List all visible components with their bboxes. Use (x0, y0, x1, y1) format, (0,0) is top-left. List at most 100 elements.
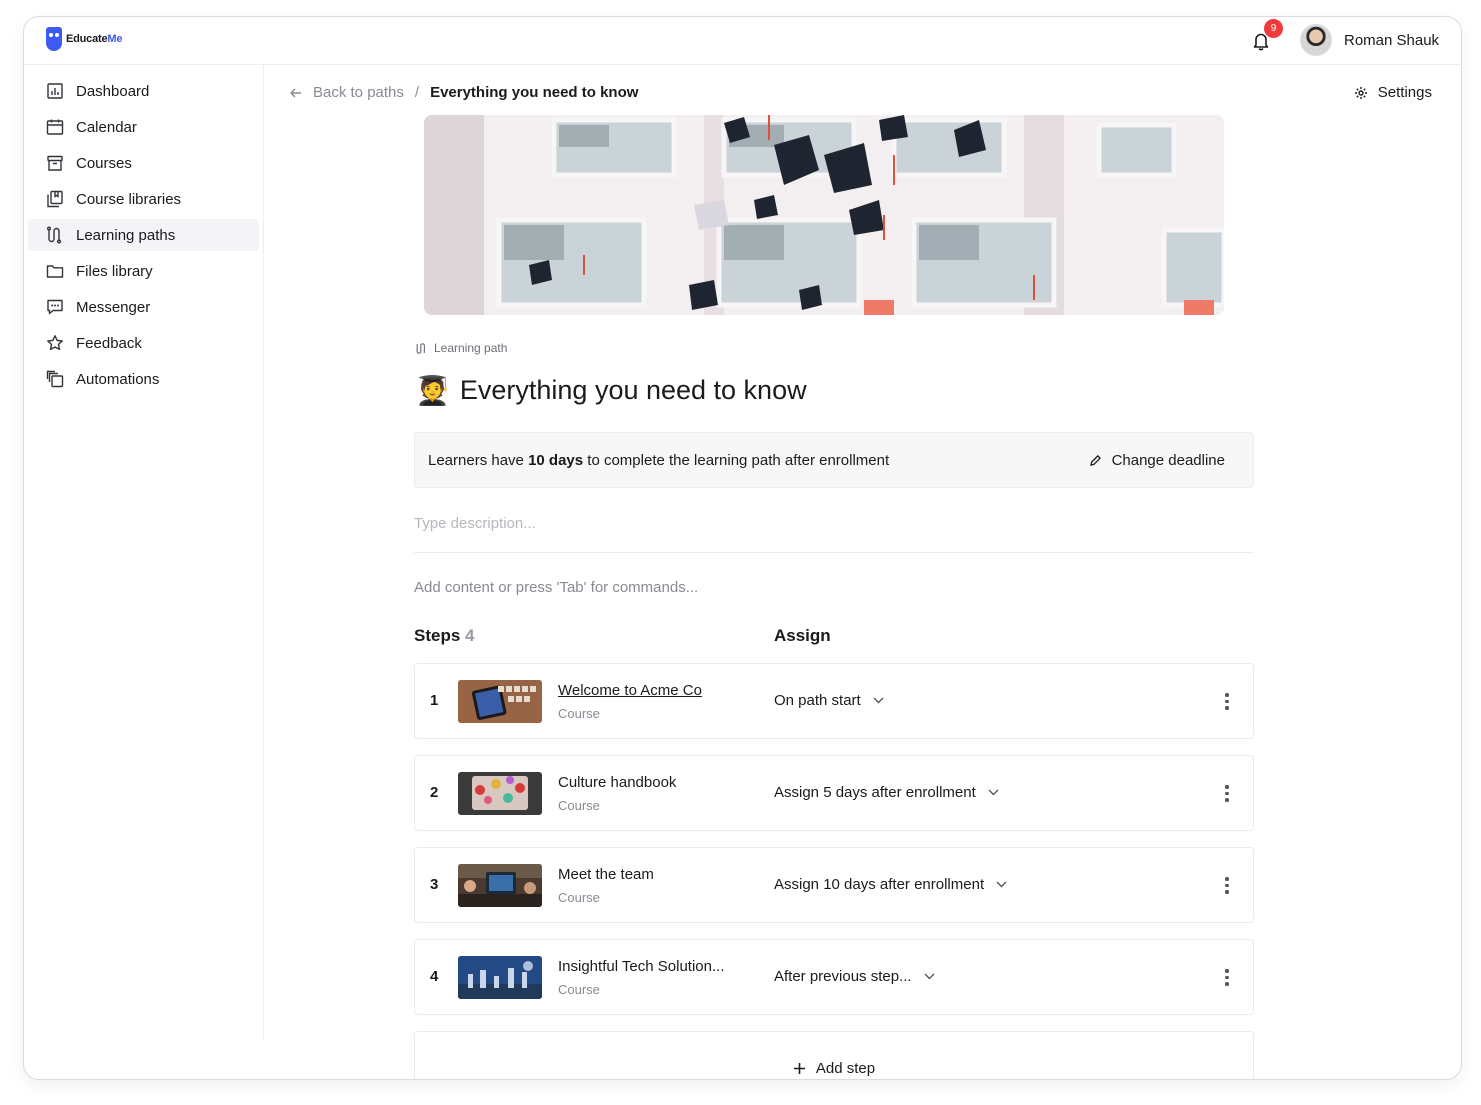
chat-icon (47, 299, 63, 315)
page-title[interactable]: Everything you need to know (460, 375, 807, 406)
sidebar-item-feedback[interactable]: Feedback (28, 327, 259, 359)
add-step-button[interactable]: Add step (414, 1031, 1254, 1079)
owl-logo-icon (46, 27, 62, 51)
settings-label: Settings (1377, 84, 1432, 101)
app-window: EducateMe 9 Roman Shauk Dashboard Calend… (23, 16, 1462, 1080)
sidebar-item-label: Feedback (76, 334, 142, 352)
step-number: 3 (430, 876, 439, 893)
step-menu-icon[interactable] (1221, 969, 1233, 987)
sidebar-item-label: Course libraries (76, 190, 182, 208)
deadline-banner: Learners have 10 days to complete the le… (414, 432, 1254, 488)
course-thumbnail (458, 772, 542, 815)
assign-value: Assign 5 days after enrollment (774, 784, 976, 801)
assign-value: On path start (774, 692, 861, 709)
plus-icon (793, 1062, 805, 1074)
step-type: Course (558, 706, 600, 721)
assign-dropdown[interactable]: Assign 5 days after enrollment (774, 784, 999, 801)
avatar[interactable] (1300, 24, 1332, 56)
sidebar-item-label: Files library (76, 262, 153, 280)
sidebar-item-label: Automations (76, 370, 160, 388)
assign-dropdown[interactable]: On path start (774, 692, 884, 709)
sidebar-item-label: Calendar (76, 118, 137, 136)
breadcrumb: Back to paths / Everything you need to k… (289, 84, 638, 101)
gear-icon (1354, 86, 1367, 99)
assign-dropdown[interactable]: Assign 10 days after enrollment (774, 876, 1007, 893)
calendar-icon (46, 119, 64, 135)
step-row[interactable]: 4 Insightful Tech Solution... Course Aft… (414, 939, 1254, 1015)
app-logo[interactable]: EducateMe (46, 27, 122, 51)
step-type: Course (558, 798, 600, 813)
arrow-left-icon (290, 88, 301, 97)
step-course-name[interactable]: Culture handbook (558, 774, 676, 791)
graduate-emoji-icon[interactable]: 🧑‍🎓 (415, 376, 450, 405)
content-editor-hint[interactable]: Add content or press 'Tab' for commands.… (414, 579, 698, 596)
course-thumbnail (458, 956, 542, 999)
step-number: 4 (430, 968, 439, 985)
graduation-caps-illustration (424, 115, 1224, 315)
change-deadline-label: Change deadline (1111, 451, 1225, 469)
step-menu-icon[interactable] (1221, 785, 1233, 803)
top-bar: EducateMe 9 Roman Shauk (24, 17, 1461, 65)
main-content: Back to paths / Everything you need to k… (265, 65, 1461, 1079)
sidebar-item-label: Messenger (76, 298, 151, 316)
breadcrumb-separator: / (414, 84, 420, 101)
sidebar: Dashboard Calendar Courses Course librar… (24, 65, 264, 1040)
star-icon (47, 335, 63, 351)
step-row[interactable]: 1 Welcome to Acme Co Course On path star… (414, 663, 1254, 739)
step-course-name[interactable]: Meet the team (558, 866, 654, 883)
step-row[interactable]: 2 Culture handbook Course Assign 5 days … (414, 755, 1254, 831)
dashboard-icon (47, 83, 63, 99)
deadline-value: 10 days (528, 451, 584, 469)
settings-button[interactable]: Settings (1354, 84, 1432, 101)
step-course-name[interactable]: Insightful Tech Solution... (558, 958, 725, 975)
sidebar-item-courses[interactable]: Courses (28, 147, 259, 179)
step-number: 1 (430, 692, 439, 709)
page-title-row: 🧑‍🎓 Everything you need to know (415, 375, 807, 406)
cover-image (424, 115, 1224, 315)
pencil-icon (1089, 454, 1101, 466)
step-number: 2 (430, 784, 439, 801)
notification-badge: 9 (1264, 19, 1283, 38)
logo-text: EducateMe (66, 33, 123, 45)
deadline-text: Learners have 10 days to complete the le… (428, 451, 890, 469)
chevron-down-icon (924, 973, 935, 980)
course-thumbnail (458, 864, 542, 907)
assign-value: Assign 10 days after enrollment (774, 876, 985, 893)
step-menu-icon[interactable] (1221, 693, 1233, 711)
sidebar-item-messenger[interactable]: Messenger (28, 291, 259, 323)
learning-path-tag: Learning path (415, 341, 507, 355)
sidebar-item-label: Courses (76, 154, 132, 172)
sidebar-item-course-libraries[interactable]: Course libraries (28, 183, 259, 215)
steps-count: 4 (465, 626, 475, 645)
assign-value: After previous step... (774, 968, 912, 985)
step-menu-icon[interactable] (1221, 877, 1233, 895)
steps-header: Steps 4 (414, 626, 475, 645)
add-step-label: Add step (815, 1059, 876, 1077)
breadcrumb-current: Everything you need to know (430, 84, 639, 101)
sidebar-item-dashboard[interactable]: Dashboard (28, 75, 259, 107)
folder-icon (46, 265, 64, 278)
chevron-down-icon (996, 881, 1007, 888)
back-to-paths-link[interactable]: Back to paths (289, 84, 404, 101)
description-input[interactable] (414, 513, 1254, 553)
path-icon (416, 342, 425, 354)
step-course-link[interactable]: Welcome to Acme Co (558, 682, 702, 699)
step-type: Course (558, 982, 600, 997)
chevron-down-icon (873, 697, 884, 704)
change-deadline-button[interactable]: Change deadline (1089, 452, 1225, 469)
assign-dropdown[interactable]: After previous step... (774, 968, 935, 985)
sidebar-item-label: Dashboard (76, 82, 150, 100)
sidebar-item-automations[interactable]: Automations (28, 363, 259, 395)
course-thumbnail (458, 680, 542, 723)
library-icon (47, 190, 63, 208)
path-icon (47, 226, 61, 244)
step-row[interactable]: 3 Meet the team Course Assign 10 days af… (414, 847, 1254, 923)
sidebar-item-files-library[interactable]: Files library (28, 255, 259, 287)
courses-icon (47, 155, 63, 171)
user-name[interactable]: Roman Shauk (1344, 32, 1439, 49)
sidebar-item-learning-paths[interactable]: Learning paths (28, 219, 259, 251)
learning-path-tag-label: Learning path (434, 341, 508, 355)
automation-icon (46, 370, 64, 388)
sidebar-item-calendar[interactable]: Calendar (28, 111, 259, 143)
back-label: Back to paths (313, 84, 404, 101)
